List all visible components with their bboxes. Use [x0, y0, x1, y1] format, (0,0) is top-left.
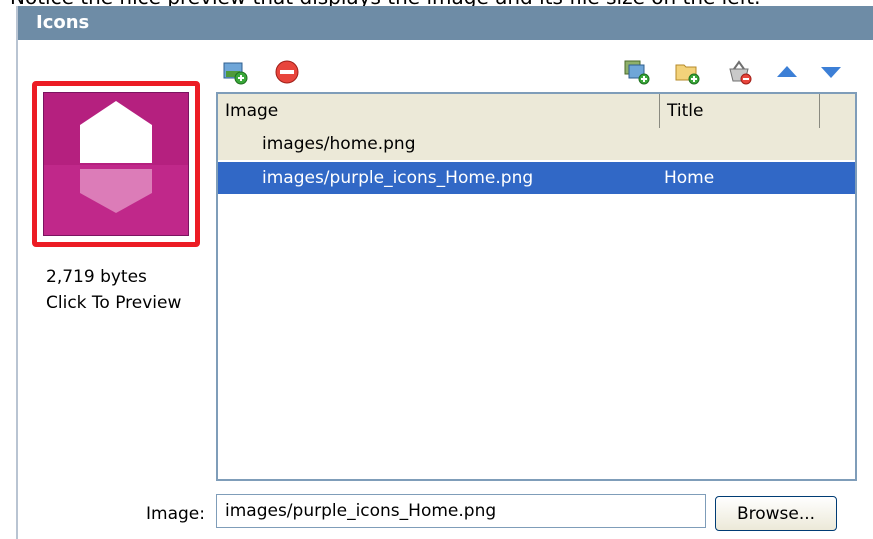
move-down-icon[interactable] [818, 59, 844, 85]
image-field-label: Image: [146, 504, 205, 524]
column-header-image[interactable]: Image [218, 94, 660, 128]
browse-button[interactable]: Browse... [715, 496, 837, 531]
preview-image[interactable] [43, 92, 189, 236]
file-size-text: 2,719 bytes [46, 267, 147, 287]
preview-highlight [32, 81, 200, 247]
column-header-title[interactable]: Title [660, 94, 820, 128]
add-folder-icon[interactable] [674, 59, 700, 85]
image-title: Home [664, 168, 715, 188]
move-up-icon[interactable] [774, 59, 800, 85]
image-path: images/purple_icons_Home.png [262, 168, 534, 188]
home-icon [44, 93, 188, 235]
clear-basket-icon[interactable] [726, 59, 752, 85]
add-image-icon[interactable] [222, 59, 248, 85]
remove-icon[interactable] [274, 59, 300, 85]
list-item[interactable]: images/purple_icons_Home.png Home [218, 162, 855, 194]
list-header: Image Title [218, 94, 855, 129]
image-list[interactable]: Image Title images/home.png images/purpl… [216, 92, 857, 481]
list-item[interactable]: images/home.png [218, 128, 855, 160]
image-path: images/home.png [262, 134, 416, 154]
click-to-preview-link[interactable]: Click To Preview [46, 293, 181, 313]
add-images-icon[interactable] [624, 59, 650, 85]
image-path-input[interactable] [216, 494, 706, 528]
panel-title: Icons [36, 12, 90, 33]
panel-header: Icons [18, 6, 873, 40]
icons-panel: Icons 2,719 bytes Click To Preview Image… [16, 6, 873, 539]
